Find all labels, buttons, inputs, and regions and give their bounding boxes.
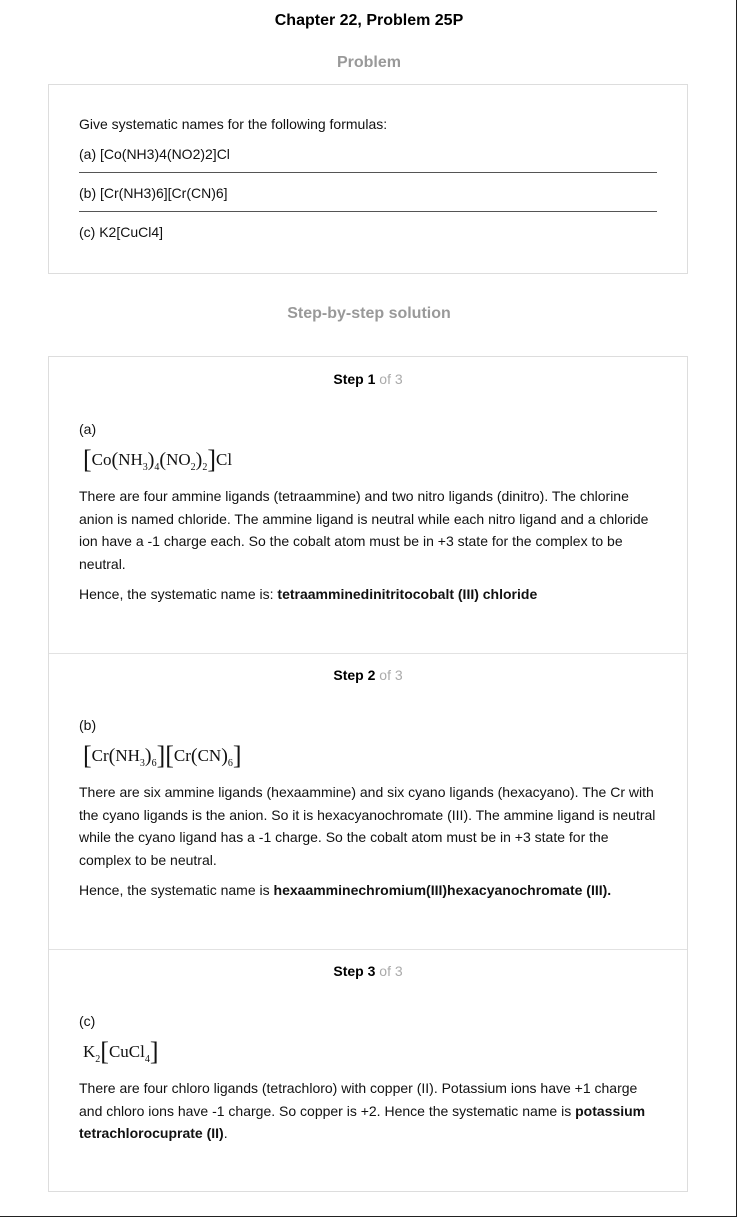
step-1-word: Step (333, 371, 364, 387)
step-3-total: of 3 (379, 963, 403, 979)
step-2-conclusion: Hence, the systematic name is hexaammine… (79, 882, 612, 898)
step-1-formula: [Co(NH3)4(NO2)2]Cl (83, 445, 233, 474)
step-1-header: Step 1 of 3 (79, 371, 657, 387)
step-1-number: 1 (367, 371, 376, 387)
step-3-part-label: (c) (79, 1013, 96, 1029)
problem-part-c: (c) K2[CuCl4] (79, 224, 164, 240)
step-1-conclusion: Hence, the systematic name is: tetraammi… (79, 586, 538, 602)
step-3-header: Step 3 of 3 (79, 963, 657, 979)
problem-intro: Give systematic names for the following … (79, 116, 388, 132)
step-2-header: Step 2 of 3 (79, 667, 657, 683)
problem-heading: Problem (336, 54, 401, 71)
solution-heading: Step-by-step solution (287, 305, 451, 322)
step-3-word: Step (333, 963, 364, 979)
step-2-formula: [Cr(NH3)6][Cr(CN)6] (83, 741, 242, 770)
problem-box: Give systematic names for the following … (48, 84, 688, 274)
step-1: Step 1 of 3 (a) [Co(NH3)4(NO2)2]Cl There… (49, 357, 687, 653)
solution-box: Step 1 of 3 (a) [Co(NH3)4(NO2)2]Cl There… (48, 356, 688, 1192)
step-1-explanation: There are four ammine ligands (tetraammi… (79, 488, 649, 572)
problem-part-a: (a) [Co(NH3)4(NO2)2]Cl (79, 144, 657, 173)
step-1-answer: tetraamminedinitritocobalt (III) chlorid… (277, 586, 538, 602)
step-2-explanation: There are six ammine ligands (hexaammine… (79, 784, 656, 868)
chapter-title: Chapter 22, Problem 25P (274, 12, 464, 29)
step-1-part-label: (a) (79, 421, 97, 437)
step-2-number: 2 (367, 667, 376, 683)
step-2-word: Step (333, 667, 364, 683)
problem-part-b: (b) [Cr(NH3)6][Cr(CN)6] (79, 183, 657, 212)
step-3-number: 3 (367, 963, 376, 979)
step-3-formula: K2[CuCl4] (83, 1037, 159, 1066)
step-1-total: of 3 (379, 371, 403, 387)
step-2: Step 2 of 3 (b) [Cr(NH3)6][Cr(CN)6] Ther… (49, 653, 687, 949)
step-3-explanation: There are four chloro ligands (tetrachlo… (79, 1080, 646, 1141)
step-2-part-label: (b) (79, 717, 97, 733)
step-2-answer: hexaamminechromium(III)hexacyanochromate… (273, 882, 612, 898)
step-2-total: of 3 (379, 667, 403, 683)
step-3: Step 3 of 3 (c) K2[CuCl4] There are four… (49, 949, 687, 1191)
